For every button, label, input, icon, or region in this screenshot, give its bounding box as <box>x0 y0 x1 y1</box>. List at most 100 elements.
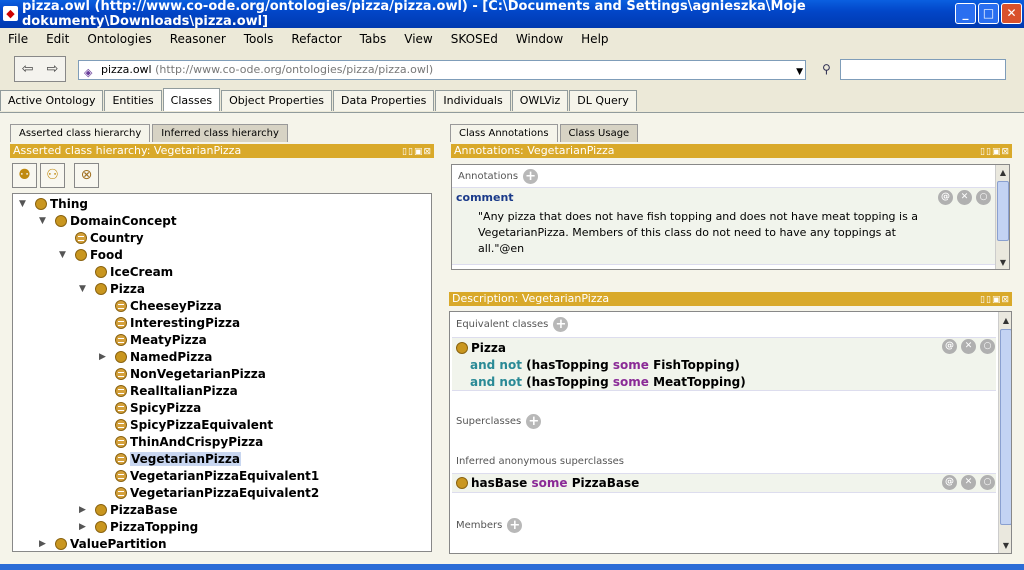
add-member-icon[interactable]: + <box>507 518 523 533</box>
scroll-thumb[interactable] <box>997 181 1009 241</box>
tab-data-properties[interactable]: Data Properties <box>333 90 435 111</box>
tab-asserted-hierarchy[interactable]: Asserted class hierarchy <box>10 124 151 142</box>
scroll-up-icon[interactable]: ▲ <box>997 167 1009 179</box>
tree-node[interactable]: ▶ ValuePartition <box>39 535 167 551</box>
tree-node[interactable]: VegetarianPizzaEquivalent1 <box>115 467 319 484</box>
class-icon <box>456 342 468 354</box>
back-button[interactable]: ⇦ <box>15 57 40 81</box>
tree-node[interactable]: ▼ Thing <box>19 195 88 212</box>
annotations-scrollbar[interactable]: ▲ ▼ <box>995 165 1009 269</box>
tab-class-annotations[interactable]: Class Annotations <box>450 124 558 142</box>
tree-node[interactable]: ▶ PizzaBase <box>79 501 178 518</box>
tree-node[interactable]: CheeseyPizza <box>115 297 222 314</box>
binoculars-icon: ⚲ <box>822 62 831 76</box>
view-controls-icon[interactable]: ▯▯▣⊠ <box>980 145 1010 159</box>
tree-node[interactable]: ▶ PizzaTopping <box>79 518 198 535</box>
expand-right-icon[interactable]: ▶ <box>99 352 109 362</box>
menu-view[interactable]: View <box>404 32 432 46</box>
menu-tabs[interactable]: Tabs <box>360 32 387 46</box>
close-button[interactable]: ✕ <box>1001 3 1022 24</box>
tree-node[interactable]: Country <box>75 229 144 246</box>
tree-node[interactable]: NonVegetarianPizza <box>115 365 266 382</box>
keyword-not: not <box>499 358 522 372</box>
tree-node[interactable]: SpicyPizza <box>115 399 201 416</box>
tree-node[interactable]: ▼ Pizza <box>79 280 145 297</box>
expand-right-icon[interactable]: ▶ <box>79 522 89 532</box>
expand-down-icon[interactable]: ▼ <box>59 250 69 260</box>
expand-down-icon[interactable]: ▼ <box>19 199 29 209</box>
scroll-down-icon[interactable]: ▼ <box>997 257 1009 269</box>
add-annotation-icon[interactable]: + <box>523 169 539 184</box>
tree-node[interactable]: VegetarianPizzaEquivalent2 <box>115 484 319 501</box>
forward-button[interactable]: ⇨ <box>40 57 65 81</box>
tab-entities[interactable]: Entities <box>104 90 162 111</box>
tree-node[interactable]: IceCream <box>95 263 173 280</box>
hierarchy-view-title: Asserted class hierarchy: VegetarianPizz… <box>13 144 242 157</box>
class-hierarchy-tree[interactable]: ▼ Thing ▼ DomainConcept Country ▼ Food IceCream… <box>12 193 432 552</box>
delete-icon[interactable]: ✕ <box>957 190 972 205</box>
tree-node-label: VegetarianPizza <box>130 451 241 466</box>
tab-owlviz[interactable]: OWLViz <box>511 90 569 111</box>
tree-node[interactable]: InterestingPizza <box>115 314 240 331</box>
tree-node[interactable]: RealItalianPizza <box>115 382 238 399</box>
delete-class-button[interactable]: ⊗ <box>74 163 99 188</box>
menu-window[interactable]: Window <box>516 32 563 46</box>
menu-help[interactable]: Help <box>581 32 608 46</box>
tab-active-ontology[interactable]: Active Ontology <box>0 90 104 111</box>
maximize-button[interactable]: □ <box>978 3 999 24</box>
add-equivalent-icon[interactable]: + <box>553 317 569 332</box>
class-icon <box>115 316 127 329</box>
tab-individuals[interactable]: Individuals <box>435 90 511 111</box>
tree-node[interactable]: ▼ DomainConcept <box>39 212 177 229</box>
tree-node[interactable]: ▶ NamedPizza <box>99 348 212 365</box>
annotate-icon[interactable]: @ <box>938 190 953 205</box>
annotate-icon[interactable]: @ <box>942 475 957 490</box>
delete-icon[interactable]: ✕ <box>961 339 976 354</box>
menu-refactor[interactable]: Refactor <box>291 32 341 46</box>
restriction-property: (hasTopping <box>526 375 609 389</box>
search-input[interactable] <box>840 59 1006 80</box>
tab-inferred-hierarchy[interactable]: Inferred class hierarchy <box>152 124 288 142</box>
tab-dl-query[interactable]: DL Query <box>569 90 637 111</box>
expand-right-icon[interactable]: ▶ <box>39 539 49 549</box>
view-controls-icon[interactable]: ▯▯▣⊠ <box>980 293 1010 307</box>
scroll-thumb[interactable] <box>1000 329 1011 525</box>
expand-right-icon[interactable]: ▶ <box>79 505 89 515</box>
inferred-superclass-axiom[interactable]: hasBase some PizzaBase <box>456 476 639 490</box>
chevron-down-icon[interactable]: ▼ <box>796 63 803 81</box>
tab-class-usage[interactable]: Class Usage <box>559 124 639 142</box>
menu-edit[interactable]: Edit <box>46 32 69 46</box>
equivalent-class-axiom[interactable]: Pizza <box>456 341 506 355</box>
tree-node[interactable]: VegetarianPizza <box>115 450 241 467</box>
ontology-selector[interactable]: ◈ pizza.owl (http://www.co-ode.org/ontol… <box>78 60 806 80</box>
menu-ontologies[interactable]: Ontologies <box>87 32 151 46</box>
edit-icon[interactable]: ○ <box>980 339 995 354</box>
scroll-down-icon[interactable]: ▼ <box>1000 540 1011 552</box>
scroll-up-icon[interactable]: ▲ <box>1000 315 1011 327</box>
tab-classes[interactable]: Classes <box>162 88 221 111</box>
menu-skosed[interactable]: SKOSEd <box>451 32 498 46</box>
add-subclass-button[interactable]: ⚉ <box>12 163 37 188</box>
tree-node[interactable]: ▼ Food <box>59 246 123 263</box>
edit-icon[interactable]: ○ <box>980 475 995 490</box>
menu-reasoner[interactable]: Reasoner <box>170 32 226 46</box>
tab-object-properties[interactable]: Object Properties <box>221 90 333 111</box>
inferred-property: hasBase <box>471 476 528 490</box>
expand-down-icon[interactable]: ▼ <box>79 284 89 294</box>
annotate-icon[interactable]: @ <box>942 339 957 354</box>
menu-file[interactable]: File <box>8 32 28 46</box>
class-icon <box>115 486 127 499</box>
description-scrollbar[interactable]: ▲ ▼ <box>998 312 1011 553</box>
add-superclass-icon[interactable]: + <box>526 414 542 429</box>
minimize-button[interactable]: _ <box>955 3 976 24</box>
view-controls-icon[interactable]: ▯▯▣⊠ <box>402 145 432 159</box>
expand-down-icon[interactable]: ▼ <box>39 216 49 226</box>
tree-node[interactable]: SpicyPizzaEquivalent <box>115 416 273 433</box>
menu-tools[interactable]: Tools <box>244 32 274 46</box>
tree-node[interactable]: ThinAndCrispyPizza <box>115 433 263 450</box>
add-sibling-button[interactable]: ⚇ <box>40 163 65 188</box>
delete-icon[interactable]: ✕ <box>961 475 976 490</box>
tree-node-label: ValuePartition <box>70 536 167 551</box>
tree-node[interactable]: MeatyPizza <box>115 331 207 348</box>
edit-icon[interactable]: ○ <box>976 190 991 205</box>
